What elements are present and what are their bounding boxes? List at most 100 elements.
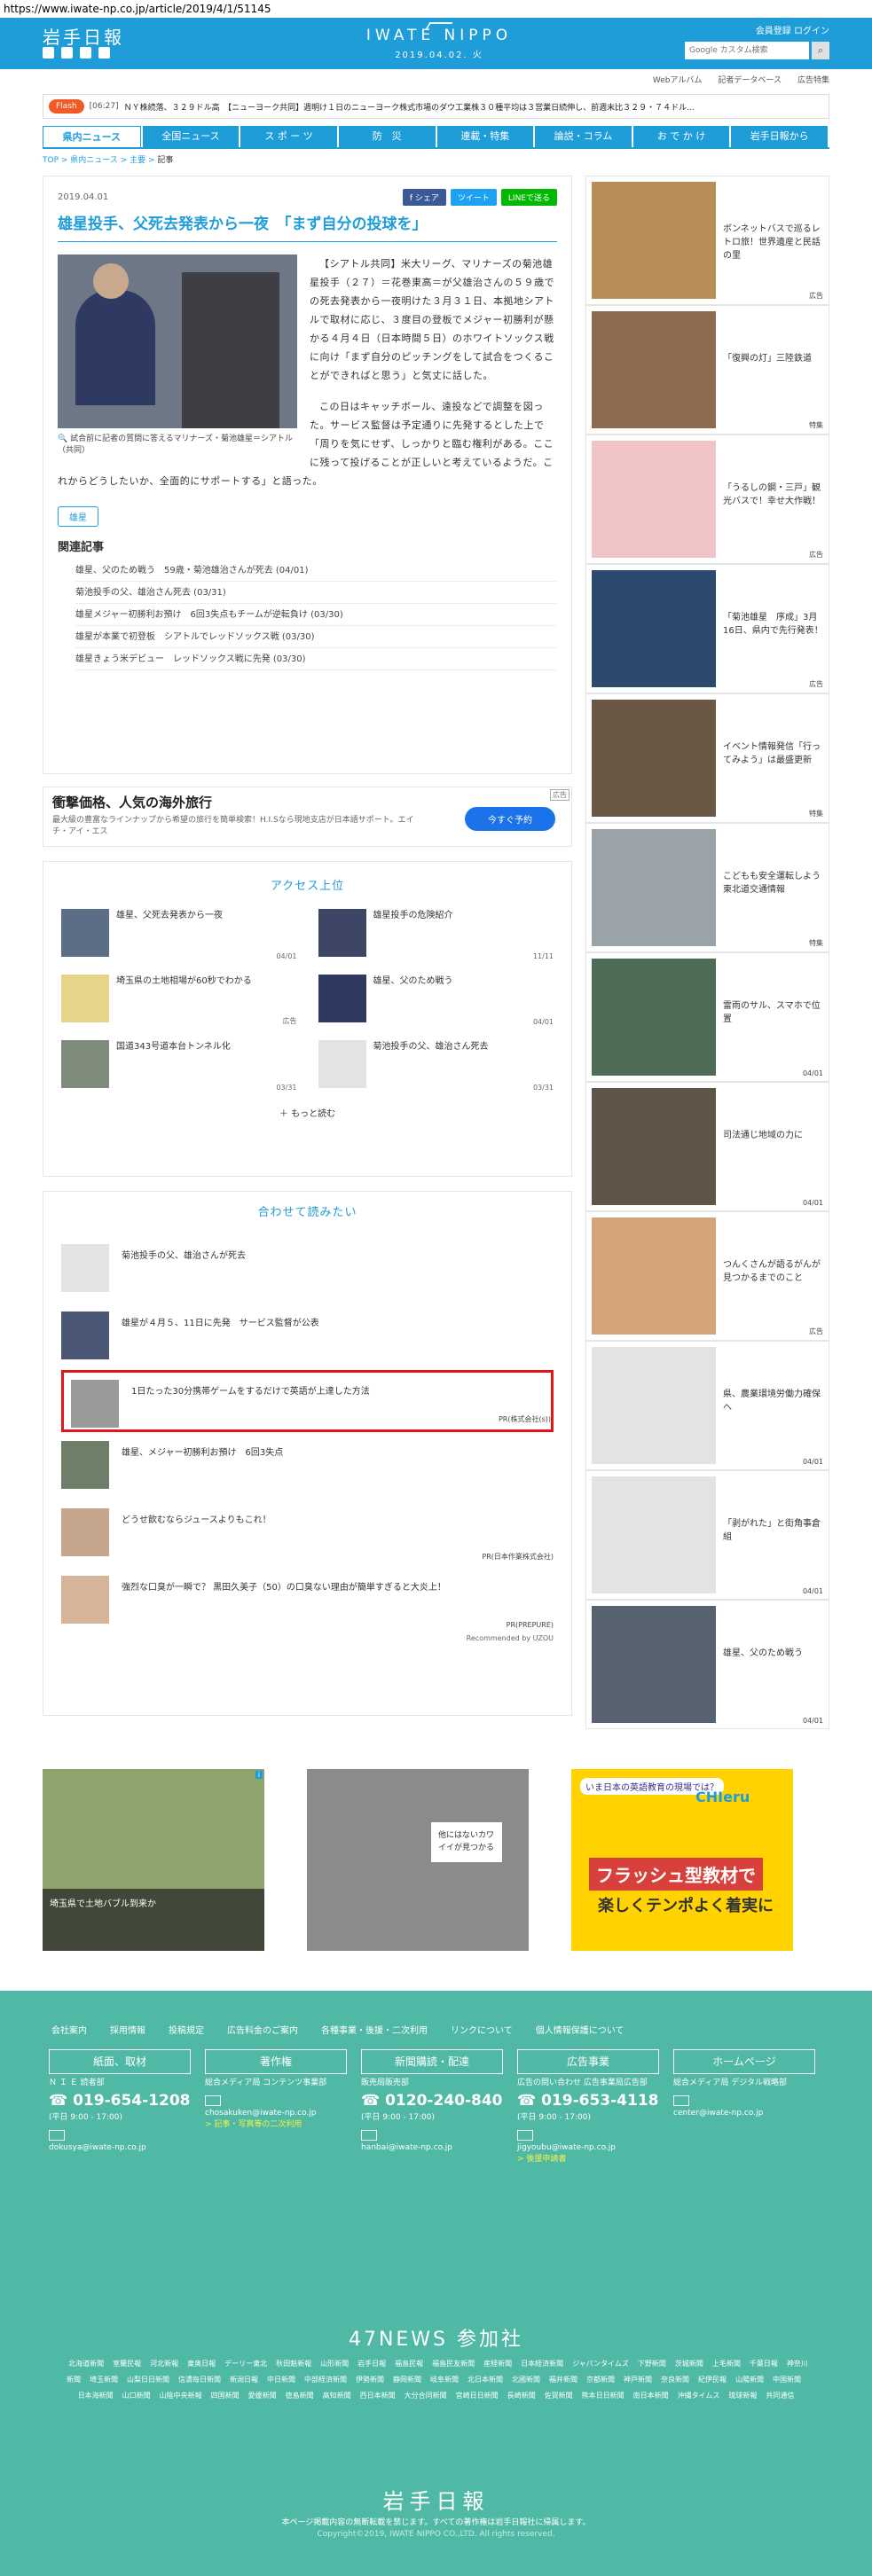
news47-link[interactable]: 山陰中央新報 [160, 2392, 202, 2400]
news47-link[interactable]: 四国新聞 [211, 2392, 240, 2400]
news47-link[interactable]: 日本経済新聞 [521, 2360, 563, 2368]
mail-icon[interactable] [517, 2129, 533, 2141]
instagram-icon[interactable] [98, 47, 110, 59]
highlighted-read-item[interactable]: 1日たった30分携帯ゲームをするだけで英語が上達した方法 PR(株式会社(s)) [61, 1370, 554, 1432]
news47-link[interactable]: 岩手日報 [357, 2360, 386, 2368]
news47-link[interactable]: 信濃毎日新聞 [178, 2376, 221, 2384]
kids-ad[interactable]: いま日本の英語教育の現場では？ CHIeru フラッシュ型教材で 楽しくテンポよ… [571, 1769, 793, 1951]
sidebar-item[interactable]: ボンネットバスで巡るレトロ旅！世界遺産と民話の里 広告 [585, 176, 829, 305]
news47-link[interactable]: 埼玉新聞 [90, 2376, 118, 2384]
footer-link[interactable]: 採用情報 [110, 2023, 145, 2036]
phone-number[interactable]: ☎ 019-653-4118 [517, 2090, 659, 2113]
news47-link[interactable]: 中日新聞 [267, 2376, 295, 2384]
contact-heading[interactable]: ホームページ [673, 2049, 815, 2074]
mail-icon[interactable] [673, 2094, 689, 2106]
topic-tag[interactable]: 雄星 [58, 506, 98, 528]
map-ad[interactable]: i 埼玉県で土地バブル到来か [43, 1769, 264, 1951]
related-item[interactable]: 雄星が本業で初登板 シアトルでレッドソックス戦 (03/30) [75, 626, 557, 649]
sublink-album[interactable]: Webアルバム [653, 74, 703, 85]
news47-link[interactable]: 紀伊民報 [698, 2376, 727, 2384]
news47-link[interactable]: 北國新聞 [512, 2376, 540, 2384]
news47-link[interactable]: 奈良新聞 [661, 2376, 689, 2384]
more-button[interactable]: ＋ もっと読む [61, 1106, 554, 1119]
ranking-item[interactable]: 菊池投手の父、雄治さん死去 03/31 [318, 1040, 554, 1093]
news47-link[interactable]: 長崎新聞 [507, 2392, 536, 2400]
footer-link[interactable]: 投稿規定 [169, 2023, 204, 2036]
related-item[interactable]: 雄星メジャー初勝利お預け 6回3失点もチームが逆転負け (03/30) [75, 604, 557, 627]
contact-email[interactable]: center@iwate-np.co.jp [673, 2108, 815, 2120]
news47-link[interactable]: 福島民友新聞 [432, 2360, 475, 2368]
news47-link[interactable]: 伊勢新聞 [356, 2376, 384, 2384]
news47-link[interactable]: 山形新聞 [320, 2360, 349, 2368]
contact-email[interactable]: chosakuken@iwate-np.co.jp [205, 2108, 347, 2120]
youtube-icon[interactable] [80, 47, 91, 59]
related-item[interactable]: 菊池投手の父、雄治さん死去 (03/31) [75, 582, 557, 605]
news47-link[interactable]: 福島民報 [395, 2360, 423, 2368]
news47-link[interactable]: 北日本新聞 [467, 2376, 503, 2384]
contact-extra-link[interactable]: > 記事・写真等の二次利用 [205, 2119, 347, 2132]
travel-ad[interactable]: 広告 衝撃価格、人気の海外旅行 最大級の豊富なラインナップから希望の旅行を簡単検… [43, 787, 572, 847]
twitter-share-button[interactable]: ツイート [450, 189, 497, 206]
news47-link[interactable]: 岐阜新聞 [430, 2376, 459, 2384]
login-links[interactable]: 会員登録 ログイン [685, 23, 829, 36]
sidebar-item[interactable]: イベント情報発信「行ってみよう」は最盛更新 特集 [585, 693, 829, 823]
ranking-item[interactable]: 雄星、父のため戦う 04/01 [318, 975, 554, 1028]
facebook-icon[interactable] [61, 47, 73, 59]
phone-number[interactable]: ☎ 0120-240-840 [361, 2090, 503, 2113]
contact-email[interactable]: hanbai@iwate-np.co.jp [361, 2142, 503, 2155]
news47-link[interactable]: 佐賀新聞 [545, 2392, 573, 2400]
read-item[interactable]: 強烈な口臭が一瞬で？ 黒田久美子（50）の口臭ない理由が簡単すぎると大炎上！ PR… [61, 1567, 554, 1634]
news47-link[interactable]: 熊本日日新聞 [582, 2392, 625, 2400]
news47-link[interactable]: 下野新聞 [638, 2360, 666, 2368]
footer-link[interactable]: 広告料金のご案内 [227, 2023, 298, 2036]
news47-link[interactable]: 新潟日報 [230, 2376, 258, 2384]
ranking-item[interactable]: 埼玉県の土地相場が60秒でわかる 広告 [61, 975, 297, 1028]
news47-link[interactable]: 中部経済新聞 [304, 2376, 347, 2384]
news47-link[interactable]: 東奥日報 [187, 2360, 216, 2368]
sidebar-item[interactable]: 県、農業環境労働力確保へ 04/01 [585, 1341, 829, 1470]
twitter-icon[interactable] [43, 47, 54, 59]
sublink-database[interactable]: 記者データベース [718, 74, 782, 85]
news47-link[interactable]: 琉球新報 [728, 2392, 757, 2400]
footer-link[interactable]: 個人情報保護について [536, 2023, 625, 2036]
news47-link[interactable]: 愛媛新聞 [248, 2392, 277, 2400]
brand-block[interactable]: IWATE NIPPO 2019.04.02. 火 [350, 22, 528, 60]
news47-link[interactable]: 山口新聞 [122, 2392, 151, 2400]
site-logo[interactable]: 岩手日報 [43, 23, 124, 49]
news47-link[interactable]: 茨城新聞 [675, 2360, 703, 2368]
nav-tab-column[interactable]: 論説・コラム [535, 126, 632, 147]
nav-tab-series[interactable]: 連載・特集 [436, 126, 534, 147]
related-item[interactable]: 雄星、父のため戦う 59歳・菊池雄治さんが死去 (04/01) [75, 560, 557, 583]
read-item[interactable]: 雄星が４月５、11日に先発 サービス監督が公表 [61, 1303, 554, 1370]
read-item[interactable]: 菊池投手の父、雄治さんが死去 [61, 1235, 554, 1303]
nav-tab-outing[interactable]: お で か け [632, 126, 730, 147]
mail-icon[interactable] [361, 2129, 377, 2141]
news47-link[interactable]: 南日本新聞 [633, 2392, 669, 2400]
breadcrumb-category[interactable]: 県内ニュース [70, 156, 118, 165]
news47-link[interactable]: 西日本新聞 [360, 2392, 396, 2400]
sidebar-item[interactable]: こどもも安全運転しよう 東北道交通情報 特集 [585, 823, 829, 952]
news47-link[interactable]: 徳島新聞 [286, 2392, 314, 2400]
news47-link[interactable]: 大分合同新聞 [405, 2392, 447, 2400]
nav-tab-disaster[interactable]: 防 災 [338, 126, 436, 147]
nav-tab-sports[interactable]: ス ポ ー ツ [240, 126, 337, 147]
contact-extra-link[interactable]: > 後援申請書 [517, 2154, 659, 2166]
ad-choices-icon[interactable]: i [255, 1771, 263, 1779]
contact-email[interactable]: dokusya@iwate-np.co.jp [49, 2142, 191, 2155]
search-input[interactable] [685, 42, 809, 59]
article-photo[interactable] [58, 254, 297, 429]
nav-tab-national[interactable]: 全国ニュース [142, 126, 240, 147]
news47-link[interactable]: デーリー東北 [224, 2360, 267, 2368]
news47-link[interactable]: 千葉日報 [750, 2360, 778, 2368]
news47-link[interactable]: 静岡新聞 [393, 2376, 421, 2384]
ranking-item[interactable]: 国道343号道本台トンネル化 03/31 [61, 1040, 297, 1093]
breadcrumb-top[interactable]: TOP [43, 156, 59, 165]
recommended-by[interactable]: Recommended by UZOU [61, 1634, 554, 1642]
knit-ad[interactable]: 他にはないカワイイが見つかる [307, 1769, 529, 1951]
nav-tab-from-iwate[interactable]: 岩手日報から [731, 126, 828, 147]
read-item[interactable]: 雄星、メジャー初勝利お預け 6回3失点 [61, 1432, 554, 1499]
news47-link[interactable]: 秋田魁新報 [276, 2360, 311, 2368]
news47-link[interactable]: 沖縄タイムス [678, 2392, 720, 2400]
contact-heading[interactable]: 広告事業 [517, 2049, 659, 2074]
sidebar-item[interactable]: 「菊池雄星 序成」3月16日、県内で先行発表！ 広告 [585, 564, 829, 693]
